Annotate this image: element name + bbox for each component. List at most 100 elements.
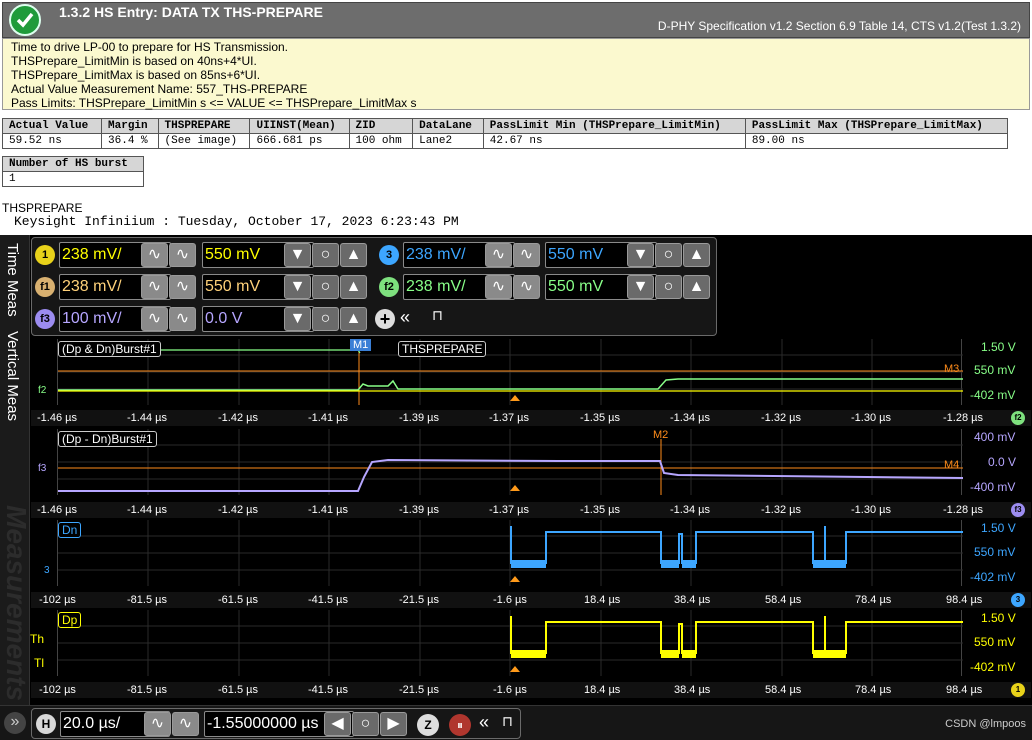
col-header: PassLimit Min (THSPrepare_LimitMin) [482,118,746,134]
pane2-top-level: 400 mV [974,430,1016,444]
tick-label: -1.39 µs [399,504,439,516]
left-tab-bar: Time Meas Vertical Meas Measurements [0,235,32,705]
pin-horizontal-icon[interactable]: ⊓ [502,713,513,730]
collapse-horizontal-icon[interactable]: « [479,712,489,733]
f1-scale-down-button[interactable]: ∿ [141,275,168,299]
waveform-pane-1[interactable]: (Dp & Dn)Burst#1 M1 THSPREPARE M3 [57,339,963,405]
m3-marker-label[interactable]: M3 [941,363,962,375]
pane2-bottom-level: -400 mV [970,480,1016,494]
ch1-offset-up-button[interactable]: ▲ [340,243,367,267]
time-scale-down-button[interactable]: ∿ [144,712,171,736]
pane2-burst-tag: (Dp - Dn)Burst#1 [58,431,157,447]
ch3-offset-down-button[interactable]: ▼ [627,243,654,267]
ch3-scale-down-button[interactable]: ∿ [485,243,512,267]
position-left-button[interactable]: ◀ [324,712,351,736]
f3-offset-up-button[interactable]: ▲ [340,307,367,331]
function-f2-badge[interactable]: f2 [379,277,399,297]
pane4-top-level: 1.50 V [981,611,1016,625]
ch3-scale-up-button[interactable]: ∿ [513,243,540,267]
pane1-source-badge[interactable]: f2 [1011,411,1025,425]
tick-label: 18.4 µs [584,684,621,696]
tab-measurements[interactable]: Measurements [0,505,32,701]
tab-vertical-meas[interactable]: Vertical Meas [4,331,21,421]
f1-offset-zero-button[interactable]: ○ [312,275,339,299]
pane3-ground-marker: 3 [44,565,50,576]
ch1-scale-down-button[interactable]: ∿ [141,243,168,267]
ch1-scale-up-button[interactable]: ∿ [169,243,196,267]
pane3-top-level: 1.50 V [981,521,1016,535]
tick-label: 58.4 µs [765,594,802,606]
test-title: 1.3.2 HS Entry: DATA TX THS-PREPARE [59,4,323,20]
m4-marker-label[interactable]: M4 [941,459,962,471]
channel-1-badge[interactable]: 1 [35,245,55,265]
f2-scale-down-button[interactable]: ∿ [485,275,512,299]
f1-scale-up-button[interactable]: ∿ [169,275,196,299]
tick-label: -1.34 µs [670,504,710,516]
pane3-source-badge[interactable]: 3 [1011,593,1025,607]
f1-offset-down-button[interactable]: ▼ [284,275,311,299]
tick-label: -1.6 µs [493,684,527,696]
zoom-icon[interactable]: Z [417,714,439,736]
expand-tabs-icon[interactable]: » [4,712,26,734]
pane3-signal-tag: Dn [58,522,82,538]
test-description: Time to drive LP-00 to prepare for HS Tr… [2,38,1030,110]
tick-label: -41.5 µs [308,684,348,696]
f1-offset-up-button[interactable]: ▲ [340,275,367,299]
ch1-offset-down-button[interactable]: ▼ [284,243,311,267]
description-line: THSPrepare_LimitMax is based on 85ns+6*U… [11,68,261,82]
ch3-offset-up-button[interactable]: ▲ [683,243,710,267]
waveform-pane-4[interactable]: Dp [57,610,963,676]
pane1-mid-level: 550 mV [974,363,1016,377]
threshold-low-marker[interactable]: Tl [34,656,44,670]
f3-offset-zero-button[interactable]: ○ [312,307,339,331]
pane1-plot [58,339,963,405]
f2-offset-zero-button[interactable]: ○ [655,275,682,299]
position-right-button[interactable]: ▶ [380,712,407,736]
function-f1-badge[interactable]: f1 [35,277,55,297]
threshold-high-marker[interactable]: Th [30,632,44,646]
pin-icon[interactable]: ⊓ [432,307,443,324]
col-header: Number of HS burst [2,156,144,172]
horizontal-badge[interactable]: H [36,714,56,734]
f3-offset-down-button[interactable]: ▼ [284,307,311,331]
pane4-plot [58,610,963,676]
m2-marker-label[interactable]: M2 [650,429,671,441]
col-header: UIINST(Mean) [249,118,350,134]
f2-offset-up-button[interactable]: ▲ [683,275,710,299]
m1-marker-label[interactable]: M1 [350,339,372,351]
add-channel-icon[interactable]: + [375,309,395,329]
f2-offset-down-button[interactable]: ▼ [627,275,654,299]
f3-scale-down-button[interactable]: ∿ [141,307,168,331]
time-scale-up-button[interactable]: ∿ [172,712,199,736]
tick-label: -1.46 µs [37,412,77,424]
waveform-pane-2[interactable]: (Dp - Dn)Burst#1 M2 M4 [57,429,963,495]
pane1-burst-tag: (Dp & Dn)Burst#1 [58,341,161,357]
pane4-source-badge[interactable]: 1 [1011,683,1025,697]
channel-3-badge[interactable]: 3 [379,245,399,265]
position-zero-button[interactable]: ○ [352,712,379,736]
tick-label: -21.5 µs [399,594,439,606]
f3-scale-up-button[interactable]: ∿ [169,307,196,331]
record-icon[interactable]: ⏸ [449,714,471,736]
scope-screen: Time Meas Vertical Meas Measurements 1 2… [0,235,1032,740]
image-label: THSPREPARE [2,201,83,215]
function-f3-badge[interactable]: f3 [35,309,55,329]
pane1-top-level: 1.50 V [981,340,1016,354]
col-header: PassLimit Max (THSPrepare_LimitMax) [744,118,1009,134]
collapse-panel-icon[interactable]: « [400,307,410,328]
scope-caption: Keysight Infiniium : Tuesday, October 17… [14,214,459,229]
tab-time-meas[interactable]: Time Meas [4,243,21,317]
ch3-offset-zero-button[interactable]: ○ [655,243,682,267]
f2-scale-up-button[interactable]: ∿ [513,275,540,299]
tick-label: -1.32 µs [761,504,801,516]
tick-label: 58.4 µs [765,684,802,696]
waveform-pane-3[interactable]: Dn [57,520,963,586]
pane4-time-axis: -102 µs -81.5 µs -61.5 µs -41.5 µs -21.5… [31,682,1031,698]
pane2-source-badge[interactable]: f3 [1011,503,1025,517]
tick-label: -1.37 µs [489,412,529,424]
tick-label: 18.4 µs [584,594,621,606]
ch1-offset-zero-button[interactable]: ○ [312,243,339,267]
horizontal-settings-panel: H 20.0 µs/ ∿ ∿ -1.55000000 µs ◀ ○ ▶ Z ⏸ … [31,708,521,739]
tick-label: -1.42 µs [218,504,258,516]
tick-label: -1.28 µs [943,412,983,424]
